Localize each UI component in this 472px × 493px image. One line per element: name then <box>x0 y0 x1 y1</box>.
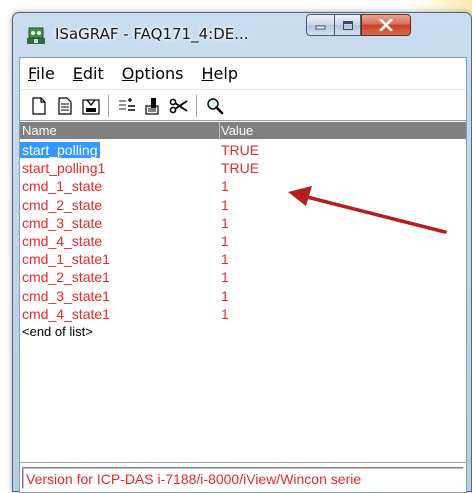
list-row[interactable]: start_polling TRUE <box>20 141 466 159</box>
variable-name: cmd_4_state <box>22 232 103 249</box>
menu-edit[interactable]: Edit <box>73 64 104 83</box>
save-icon <box>82 98 100 115</box>
status-bar: Version for ICP-DAS i-7188/i-8000/iView/… <box>20 462 466 492</box>
status-panel: Version for ICP-DAS i-7188/i-8000/iView/… <box>22 467 464 489</box>
list-row[interactable]: start_polling1 TRUE <box>20 159 466 177</box>
column-header-value[interactable]: Value <box>219 122 253 139</box>
variable-value: 1 <box>221 232 229 249</box>
search-button[interactable] <box>202 94 228 118</box>
open-button[interactable] <box>52 94 78 118</box>
list-row[interactable]: cmd_2_state1 1 <box>20 268 466 286</box>
list-rows: start_polling TRUE start_polling1 TRUE c… <box>20 141 466 341</box>
variable-name: cmd_1_state <box>22 178 103 195</box>
open-document-icon <box>58 96 72 115</box>
variable-name: cmd_3_state1 <box>22 287 110 304</box>
minimize-icon <box>315 25 325 30</box>
variable-name: cmd_2_state1 <box>22 269 110 286</box>
list-row[interactable]: cmd_3_state 1 <box>20 214 466 232</box>
toolbar-separator <box>108 94 110 117</box>
new-button[interactable] <box>26 94 52 118</box>
save-button[interactable] <box>78 94 104 118</box>
variable-value: 1 <box>221 196 229 213</box>
variable-name: cmd_3_state <box>22 214 103 231</box>
list-row[interactable]: cmd_2_state 1 <box>20 196 466 214</box>
menu-options[interactable]: Options <box>122 64 184 83</box>
toolbar <box>20 91 466 121</box>
variable-value: 1 <box>221 287 229 304</box>
variable-value: 1 <box>221 305 229 322</box>
list-row[interactable]: cmd_3_state1 1 <box>20 287 466 305</box>
isagraf-spy-window: ISaGRAF - FAQ171_4:DE... File Edit Optio… <box>12 12 472 493</box>
isagraf-app-icon[interactable] <box>25 24 47 46</box>
variable-value: TRUE <box>221 142 260 158</box>
list-row[interactable]: cmd_4_state1 1 <box>20 305 466 323</box>
edit-variable-icon <box>145 97 159 115</box>
variable-name: start_polling1 <box>22 160 106 177</box>
menu-file[interactable]: File <box>28 64 55 83</box>
toolbar-separator <box>196 94 198 117</box>
variable-name: start_polling <box>20 142 100 158</box>
status-text: Version for ICP-DAS i-7188/i-8000/iView/… <box>26 471 362 487</box>
maximize-button[interactable] <box>334 14 361 36</box>
list-row[interactable]: cmd_4_state 1 <box>20 232 466 250</box>
insert-variable-icon <box>119 97 135 111</box>
variable-name: cmd_1_state1 <box>22 251 110 268</box>
edit-variable-button[interactable] <box>140 94 166 118</box>
menu-help[interactable]: Help <box>202 64 238 83</box>
minimize-button[interactable] <box>306 14 334 36</box>
menu-bar: File Edit Options Help <box>20 58 466 90</box>
close-icon <box>379 19 393 31</box>
variable-value: 1 <box>221 269 229 286</box>
column-header-name[interactable]: Name <box>22 123 57 138</box>
maximize-icon <box>342 20 353 30</box>
list-row[interactable]: cmd_1_state1 1 <box>20 250 466 268</box>
variable-value: TRUE <box>221 160 260 177</box>
variable-value: 1 <box>221 178 229 195</box>
list-row[interactable]: cmd_1_state 1 <box>20 177 466 195</box>
insert-variable-button[interactable] <box>114 94 140 118</box>
variable-value: 1 <box>221 251 229 268</box>
end-of-list-marker: <end of list> <box>20 323 466 341</box>
title-bar[interactable]: ISaGRAF - FAQ171_4:DE... <box>13 13 471 57</box>
close-button[interactable] <box>361 14 411 36</box>
end-of-list-text: <end of list> <box>22 323 93 339</box>
list-header: Name Value <box>20 122 466 139</box>
variable-name: cmd_2_state <box>22 196 103 213</box>
variable-value: 1 <box>221 214 229 231</box>
window-title: ISaGRAF - FAQ171_4:DE... <box>55 25 249 43</box>
cut-button[interactable] <box>166 94 192 118</box>
search-icon <box>207 97 224 114</box>
variable-list[interactable]: Name Value start_polling TRUE start_poll… <box>20 122 466 456</box>
window-client-area: File Edit Options Help Name Value start_… <box>19 57 467 493</box>
variable-name: cmd_4_state1 <box>22 305 110 322</box>
cut-icon <box>169 98 188 113</box>
new-document-icon <box>32 96 46 115</box>
